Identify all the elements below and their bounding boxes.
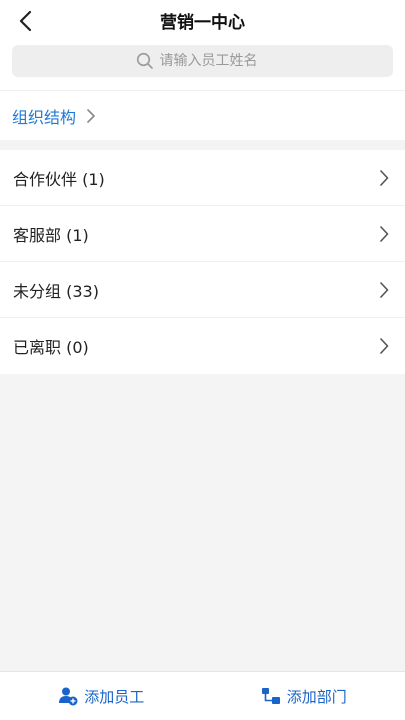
add-employee-button[interactable]: 添加员工 — [0, 672, 203, 720]
page-title: 营销一中心 — [160, 13, 245, 33]
chevron-right-icon — [380, 281, 389, 298]
department-item-customer-service[interactable]: 客服部 (1) — [0, 206, 405, 262]
department-label: 已离职 (0) — [13, 338, 89, 357]
search-icon — [136, 52, 153, 69]
add-department-button[interactable]: 添加部门 — [203, 672, 405, 720]
department-item-partners[interactable]: 合作伙伴 (1) — [0, 150, 405, 206]
org-structure-link[interactable]: 组织结构 — [0, 90, 405, 140]
department-label: 合作伙伴 (1) — [13, 169, 105, 189]
department-label: 客服部 (1) — [13, 225, 89, 245]
search-input[interactable] — [159, 53, 270, 69]
header: 营销一中心 — [0, 0, 405, 90]
chevron-right-icon — [380, 169, 389, 186]
add-department-label: 添加部门 — [286, 687, 347, 706]
org-chart-icon — [261, 688, 280, 704]
department-item-resigned[interactable]: 已离职 (0) — [0, 318, 405, 374]
department-label: 未分组 (33) — [13, 281, 99, 301]
bottom-action-bar: 添加员工 添加部门 — [0, 671, 405, 720]
department-item-ungrouped[interactable]: 未分组 (33) — [0, 262, 405, 318]
chevron-right-icon — [380, 338, 389, 354]
search-bar[interactable] — [12, 45, 393, 77]
org-structure-label: 组织结构 — [12, 107, 77, 127]
add-user-icon — [59, 687, 78, 706]
chevron-right-icon — [87, 108, 95, 123]
department-list: 合作伙伴 (1) 客服部 (1) 未分组 (33) 已离职 (0) — [0, 150, 405, 374]
chevron-right-icon — [380, 225, 389, 242]
add-employee-label: 添加员工 — [84, 687, 145, 706]
